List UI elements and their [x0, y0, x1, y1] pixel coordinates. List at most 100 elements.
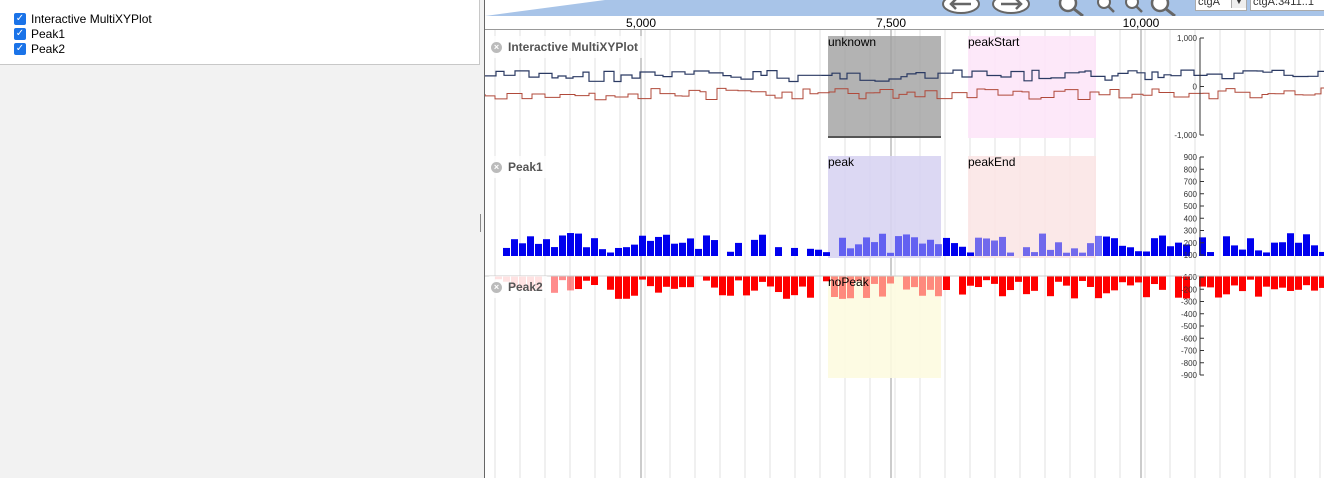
track-label-multixyplot[interactable]: × Interactive MultiXYPlot — [487, 36, 645, 58]
zoom-out-big-icon[interactable] — [1057, 0, 1087, 16]
peak2-bar — [799, 276, 806, 287]
location-value: ctgA:3411..1 — [1253, 0, 1314, 8]
multixy-axis-tick-label: 1,000 — [1177, 34, 1198, 43]
peak1-bar — [655, 236, 662, 256]
track-checkbox-peak1[interactable]: ✓ Peak1 — [14, 26, 65, 41]
peak1-bar — [879, 233, 886, 256]
peak1-bar — [807, 248, 814, 256]
peak2-bar — [1151, 276, 1158, 285]
track-name: Peak1 — [508, 160, 543, 174]
pan-left-icon[interactable] — [941, 0, 981, 14]
peak2-bar — [615, 276, 622, 299]
peak2-bar — [1303, 276, 1310, 286]
peak1-bar — [703, 235, 710, 256]
peak1-bar — [759, 234, 766, 256]
peak1-bar — [543, 239, 550, 256]
peak2-bar — [1239, 276, 1246, 292]
peak1-bar — [1063, 252, 1070, 256]
peak2-bar — [975, 276, 982, 288]
peak2-bar — [775, 276, 782, 293]
peak2-bar — [663, 276, 670, 287]
track-checkbox-label: Peak1 — [31, 26, 66, 41]
peak1-bar — [999, 236, 1006, 256]
peak2-bar — [607, 276, 614, 290]
location-box[interactable]: ctgA:3411..1 — [1250, 0, 1324, 11]
checkbox-checked-icon[interactable]: ✓ — [14, 42, 26, 55]
peak2-bar — [887, 276, 894, 284]
close-icon[interactable]: × — [491, 41, 502, 53]
track-label-peak1[interactable]: × Peak1 — [487, 156, 549, 178]
left-panel: ✓ Interactive MultiXYPlot ✓ Peak1 ✓ Peak… — [0, 0, 484, 478]
peak2-bar — [679, 276, 686, 288]
peak2-bar — [783, 276, 790, 299]
pan-right-icon[interactable] — [991, 0, 1031, 14]
peak1-bar — [1223, 236, 1230, 256]
zoom-in-big-icon[interactable] — [1149, 0, 1179, 16]
peak1-bar — [639, 235, 646, 256]
peak1-bar — [903, 234, 910, 256]
track-checkbox-multixyplot[interactable]: ✓ Interactive MultiXYPlot — [14, 11, 152, 26]
peak1-bar — [591, 238, 598, 256]
peak1-bar — [959, 246, 966, 256]
panel-splitter[interactable] — [480, 214, 481, 232]
peak1-bar — [1079, 252, 1086, 256]
peak1-bar — [567, 233, 574, 256]
close-icon[interactable]: × — [491, 281, 502, 293]
peak2-bar — [631, 276, 638, 296]
peak2-axis-tick-label: -500 — [1181, 322, 1198, 331]
region-label-peak: peak — [828, 155, 855, 169]
ruler-label: 5,000 — [625, 16, 657, 30]
peak2-bar — [1023, 276, 1030, 295]
multixy-axis-tick-label: 0 — [1193, 83, 1198, 92]
peak2-bar — [1263, 276, 1270, 287]
peak2-bar — [647, 276, 654, 287]
peak1-bar — [1071, 248, 1078, 256]
peak1-axis-tick-label: 500 — [1184, 202, 1198, 211]
peak1-bar — [631, 244, 638, 256]
peak1-bar — [727, 251, 734, 256]
peak2-bar — [1279, 276, 1286, 288]
peak1-axis-tick-label: 600 — [1184, 190, 1198, 199]
peak1-bar — [735, 242, 742, 256]
peak2-bar — [1111, 276, 1118, 291]
checkbox-checked-icon[interactable]: ✓ — [14, 12, 26, 25]
peak1-axis-tick-label: 800 — [1184, 165, 1198, 174]
peak1-bar — [1159, 235, 1166, 256]
zoom-in-icon[interactable] — [1123, 0, 1145, 16]
peak1-bar — [895, 236, 902, 256]
peak2-axis-tick-label: -400 — [1181, 310, 1198, 319]
peak1-bar — [975, 237, 982, 256]
reference-sequence-select[interactable]: ctgA ▼ — [1195, 0, 1247, 11]
peak1-bar — [1143, 251, 1150, 256]
peak1-bar — [679, 242, 686, 256]
chevron-down-icon[interactable]: ▼ — [1231, 0, 1246, 8]
peak2-bar — [1031, 276, 1038, 291]
peak2-axis-tick-label: -900 — [1181, 371, 1198, 380]
tracks-canvas[interactable]: 1,000 0 -1,000 900 800 700 600 500 400 300 200 100 -… — [485, 30, 1324, 478]
peak1-axis-tick-label: 300 — [1184, 227, 1198, 236]
peak1-bar — [791, 247, 798, 256]
track-checkbox-peak2[interactable]: ✓ Peak2 — [14, 41, 65, 56]
peak2-bar — [1119, 276, 1126, 283]
peak1-axis-tick-label: 400 — [1184, 214, 1198, 223]
peak1-bar — [1263, 252, 1270, 256]
peak1-bar — [583, 247, 590, 256]
track-selector: ✓ Interactive MultiXYPlot ✓ Peak1 ✓ Peak… — [0, 0, 480, 65]
peak2-bar — [655, 276, 662, 293]
zoom-out-icon[interactable] — [1095, 0, 1117, 16]
checkbox-checked-icon[interactable]: ✓ — [14, 27, 26, 40]
peak2-bar — [1215, 276, 1222, 298]
close-icon[interactable]: × — [491, 161, 502, 173]
peak1-bar — [1271, 242, 1278, 256]
peak2-bar — [871, 276, 878, 284]
peak1-bar — [751, 239, 758, 256]
peak1-bar — [1167, 246, 1174, 256]
ruler[interactable]: 5,000 7,500 10,000 — [485, 16, 1324, 30]
region-peakstart — [968, 36, 1096, 138]
peak1-bar — [695, 248, 702, 256]
peak1-bar — [1055, 242, 1062, 256]
peak1-bar — [943, 237, 950, 256]
peak2-bar — [767, 276, 774, 287]
peak2-bar — [879, 276, 886, 297]
track-label-peak2[interactable]: × Peak2 — [487, 276, 549, 298]
